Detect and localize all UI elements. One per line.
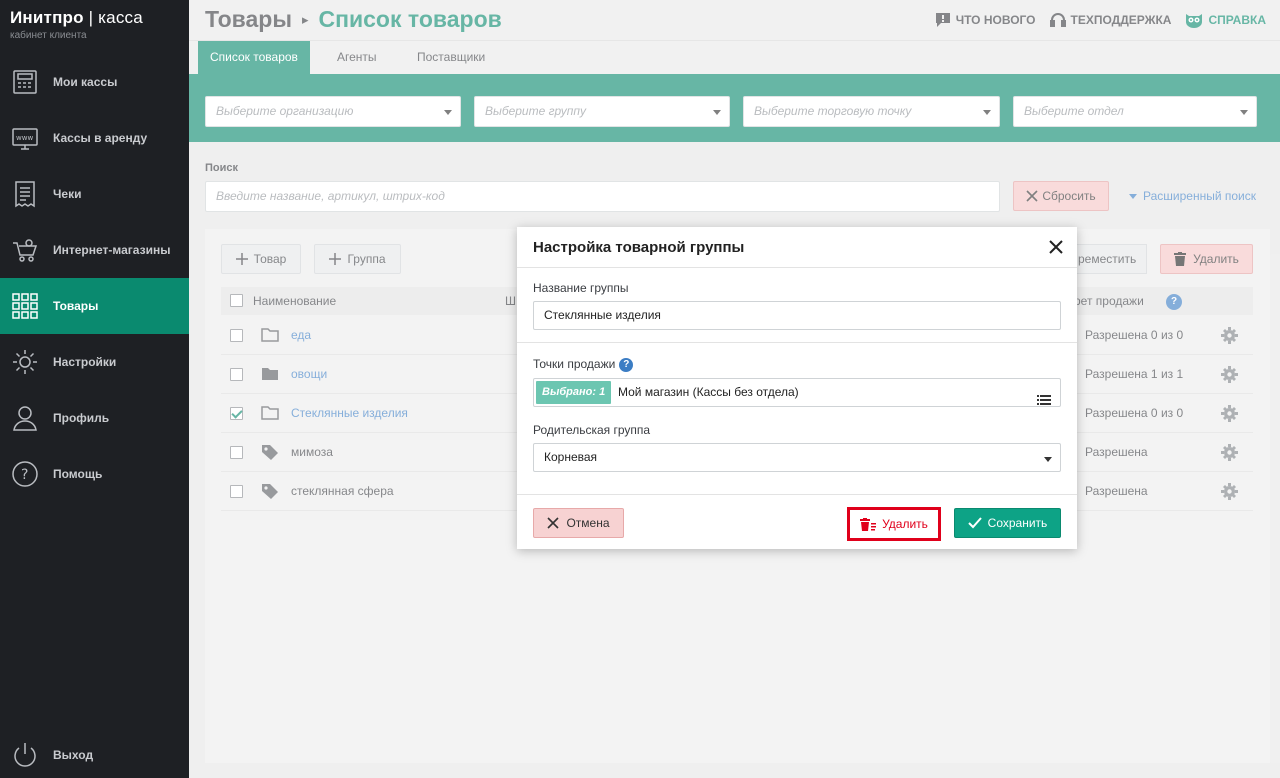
grid-icon — [10, 291, 40, 321]
power-icon — [10, 740, 40, 770]
sidebar-item-my-registers[interactable]: Мои кассы — [0, 54, 189, 110]
sidebar-item-products[interactable]: Товары — [0, 278, 189, 334]
gear-icon — [10, 347, 40, 377]
sidebar-item-help[interactable]: ? Помощь — [0, 446, 189, 502]
list-icon[interactable] — [1037, 388, 1051, 415]
sidebar-item-label: Товары — [53, 299, 99, 313]
sidebar-item-label: Помощь — [53, 467, 103, 481]
sidebar-item-label: Мои кассы — [53, 75, 118, 89]
brand-subtitle: кабинет клиента — [10, 30, 87, 41]
delete-group-label: Удалить — [882, 517, 928, 531]
dialog-title: Настройка товарной группы — [533, 239, 745, 256]
delete-group-button[interactable]: Удалить — [847, 507, 941, 541]
save-label: Сохранить — [987, 516, 1048, 530]
parent-group-label: Родительская группа — [533, 423, 651, 437]
brand-product: касса — [98, 8, 143, 27]
check-icon — [967, 517, 982, 529]
sidebar-item-logout[interactable]: Выход — [0, 727, 189, 778]
parent-group-value: Корневая — [544, 450, 598, 464]
sidebar-item-profile[interactable]: Профиль — [0, 390, 189, 446]
cancel-button[interactable]: Отмена — [533, 508, 624, 538]
divider — [517, 342, 1077, 343]
dialog-header: Настройка товарной группы — [517, 227, 1077, 268]
sidebar-item-label: Кассы в аренду — [53, 131, 148, 145]
svg-text:www: www — [16, 134, 33, 142]
help-icon[interactable]: ? — [619, 357, 634, 372]
save-button[interactable]: Сохранить — [954, 508, 1061, 538]
trash-icon — [860, 517, 877, 531]
user-icon — [10, 403, 40, 433]
question-icon: ? — [10, 459, 40, 489]
cash-register-icon — [10, 67, 40, 97]
sidebar-item-label: Выход — [53, 748, 94, 762]
divider — [517, 494, 1077, 495]
sale-points-multiselect[interactable]: Выбрано: 1 Мой магазин (Кассы без отдела… — [533, 378, 1061, 407]
sidebar-item-settings[interactable]: Настройки — [0, 334, 189, 390]
parent-group-select[interactable]: Корневая — [533, 443, 1061, 472]
selected-count-badge: Выбрано: 1 — [536, 381, 612, 404]
sale-points-value: Мой магазин (Кассы без отдела) — [618, 385, 799, 399]
sidebar-item-label: Интернет-магазины — [53, 243, 171, 257]
brand-separator: | — [83, 8, 99, 27]
svg-text:?: ? — [21, 467, 28, 483]
brand-logo[interactable]: Инитпро | касса кабинет клиента — [10, 8, 143, 41]
sidebar: Инитпро | касса кабинет клиента Мои касс… — [0, 0, 189, 778]
sidebar-item-online-stores[interactable]: Интернет-магазины — [0, 222, 189, 278]
group-name-field[interactable]: Стеклянные изделия — [533, 301, 1061, 330]
sale-points-label-text: Точки продажи — [533, 357, 616, 371]
monitor-www-icon: www — [10, 123, 40, 153]
close-icon[interactable] — [1047, 238, 1065, 256]
group-name-label: Название группы — [533, 281, 629, 295]
group-name-value: Стеклянные изделия — [544, 308, 661, 322]
cancel-label: Отмена — [566, 516, 610, 530]
sidebar-item-rent-registers[interactable]: www Кассы в аренду — [0, 110, 189, 166]
sale-points-label: Точки продажи? — [533, 357, 634, 372]
sidebar-item-label: Чеки — [53, 187, 82, 201]
sidebar-item-receipts[interactable]: Чеки — [0, 166, 189, 222]
online-cart-icon — [10, 235, 40, 265]
group-settings-dialog: Настройка товарной группы Название групп… — [517, 227, 1077, 549]
sidebar-item-label: Настройки — [53, 355, 117, 369]
receipt-icon — [10, 179, 40, 209]
sidebar-item-label: Профиль — [53, 411, 110, 425]
brand-name: Инитпро — [10, 8, 84, 27]
close-icon — [547, 517, 560, 529]
chevron-down-icon — [1044, 457, 1052, 462]
